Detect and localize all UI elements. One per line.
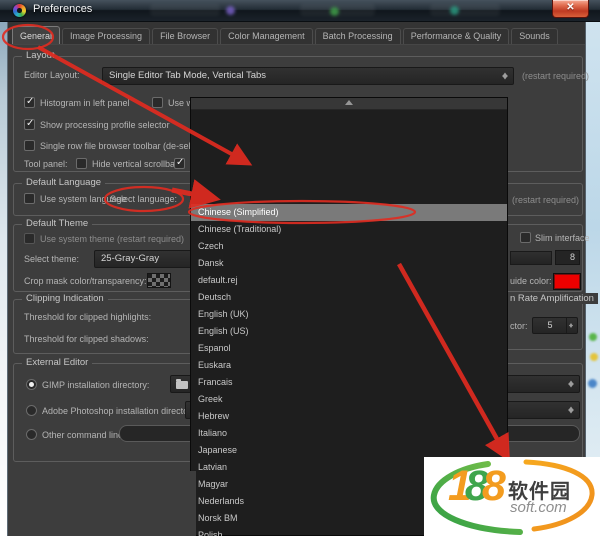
photoshop-directory-label: Adobe Photoshop installation directory: bbox=[42, 406, 198, 416]
gimp-directory-label: GIMP installation directory: bbox=[42, 380, 149, 390]
editor-layout-value: Single Editor Tab Mode, Vertical Tabs bbox=[109, 70, 266, 81]
single-row-toolbar-label: Single row file browser toolbar (de-sele… bbox=[40, 141, 213, 151]
watermark-domain: soft.com bbox=[510, 499, 567, 516]
radio-other-command[interactable] bbox=[26, 429, 37, 440]
tab-image-processing[interactable]: Image Processing bbox=[62, 28, 150, 44]
group-external-title: External Editor bbox=[22, 357, 92, 368]
radio-photoshop[interactable] bbox=[26, 405, 37, 416]
language-option-selected[interactable]: Chinese (Simplified) bbox=[191, 204, 507, 221]
tab-color-management[interactable]: Color Management bbox=[220, 28, 313, 44]
language-option[interactable]: default.rej bbox=[191, 272, 507, 289]
language-option[interactable]: Deutsch bbox=[191, 289, 507, 306]
checkbox-histogram-left-panel[interactable] bbox=[24, 97, 35, 108]
desktop-background-left bbox=[0, 0, 7, 536]
checkbox-use-fragment[interactable] bbox=[174, 158, 185, 169]
language-option[interactable]: Francais bbox=[191, 374, 507, 391]
dropdown-scroll-up[interactable] bbox=[191, 98, 507, 110]
tab-performance-quality[interactable]: Performance & Quality bbox=[403, 28, 510, 44]
color-wheel-app-icon bbox=[13, 4, 26, 17]
close-icon: ✕ bbox=[566, 2, 574, 13]
factor-spinbox[interactable]: 5 bbox=[532, 317, 578, 334]
checkbox-system-language[interactable] bbox=[24, 193, 35, 204]
group-clipping-title: Clipping Indication bbox=[22, 293, 108, 304]
factor-value: 5 bbox=[533, 320, 567, 330]
checkbox-profile-selector[interactable] bbox=[24, 119, 35, 130]
checkbox-single-row-toolbar[interactable] bbox=[24, 140, 35, 151]
checkbox-slim-interface[interactable] bbox=[520, 232, 531, 243]
group-language-title: Default Language bbox=[22, 177, 105, 188]
gray-overlay-patch bbox=[8, 471, 196, 536]
window-titlebar: Preferences ✕ bbox=[0, 0, 600, 22]
language-option[interactable]: Czech bbox=[191, 238, 507, 255]
crop-mask-label: Crop mask color/transparency: bbox=[24, 276, 147, 286]
close-button[interactable]: ✕ bbox=[552, 0, 589, 18]
language-option[interactable]: Espanol bbox=[191, 340, 507, 357]
font-size-value[interactable]: 8 bbox=[555, 250, 580, 265]
language-option[interactable]: Italiano bbox=[191, 425, 507, 442]
tab-sounds[interactable]: Sounds bbox=[511, 28, 558, 44]
spin-buttons-icon[interactable] bbox=[566, 318, 577, 333]
checkbox-use-working-profile[interactable] bbox=[152, 97, 163, 108]
group-theme-title: Default Theme bbox=[22, 218, 92, 229]
select-theme-label: Select theme: bbox=[24, 254, 79, 264]
language-option[interactable]: English (UK) bbox=[191, 306, 507, 323]
watermark-number: 188 bbox=[448, 465, 499, 508]
restart-required-note-2: (restart required) bbox=[512, 195, 579, 205]
language-option[interactable]: Greek bbox=[191, 391, 507, 408]
select-language-label: Select language: bbox=[110, 194, 177, 204]
editor-layout-select[interactable]: Single Editor Tab Mode, Vertical Tabs bbox=[102, 67, 514, 85]
desktop-blob-green bbox=[589, 333, 597, 341]
histogram-left-panel-label: Histogram in left panel bbox=[40, 98, 130, 108]
tab-batch-processing[interactable]: Batch Processing bbox=[315, 28, 401, 44]
checkbox-hide-scrollbar[interactable] bbox=[76, 158, 87, 169]
tool-panel-label: Tool panel: bbox=[24, 159, 68, 169]
factor-label-fragment: ctor: bbox=[510, 321, 528, 331]
hide-scrollbar-label: Hide vertical scrollbar bbox=[92, 159, 178, 169]
language-option[interactable]: Euskara bbox=[191, 357, 507, 374]
guide-color-label-fragment: uide color: bbox=[510, 276, 552, 286]
chevron-updown-icon bbox=[501, 70, 510, 83]
desktop-blob-blue bbox=[588, 379, 597, 388]
watermark-box: 188 软件园 soft.com bbox=[424, 457, 600, 536]
chevron-updown-icon bbox=[567, 378, 576, 391]
tab-general[interactable]: General bbox=[12, 26, 60, 44]
restart-required-note: (restart required) bbox=[522, 71, 589, 81]
folder-icon bbox=[176, 381, 188, 389]
checkbox-system-theme[interactable] bbox=[24, 233, 35, 244]
tab-file-browser[interactable]: File Browser bbox=[152, 28, 218, 44]
select-theme-value: 25-Gray-Gray bbox=[101, 253, 159, 264]
language-option[interactable]: Hebrew bbox=[191, 408, 507, 425]
desktop-blob-yellow bbox=[590, 353, 598, 361]
clipped-shadows-label: Threshold for clipped shadows: bbox=[24, 334, 149, 344]
chevron-updown-icon bbox=[567, 404, 576, 417]
group-layout-title: Layout bbox=[22, 50, 59, 61]
editor-layout-label: Editor Layout: bbox=[24, 70, 80, 80]
language-option[interactable]: Dansk bbox=[191, 255, 507, 272]
radio-gimp[interactable] bbox=[26, 379, 37, 390]
screenshot-canvas: Preferences ✕ General Image Processing F… bbox=[0, 0, 600, 536]
system-theme-label: Use system theme (restart required) bbox=[40, 234, 184, 244]
font-slider-fragment[interactable] bbox=[510, 251, 552, 265]
crop-mask-swatch[interactable] bbox=[147, 273, 171, 288]
other-command-label: Other command line: bbox=[42, 430, 126, 440]
language-option[interactable]: Chinese (Traditional) bbox=[191, 221, 507, 238]
profile-selector-label: Show processing profile selector bbox=[40, 120, 170, 130]
tab-bar: General Image Processing File Browser Co… bbox=[8, 21, 585, 45]
pan-rate-title-fragment: n Rate Amplification bbox=[506, 293, 598, 304]
window-title: Preferences bbox=[33, 3, 92, 15]
clipped-highlights-label: Threshold for clipped highlights: bbox=[24, 312, 151, 322]
guide-color-swatch[interactable] bbox=[553, 273, 581, 290]
chevron-up-icon bbox=[345, 100, 353, 105]
language-option[interactable]: English (US) bbox=[191, 323, 507, 340]
slim-interface-label: Slim interface bbox=[535, 233, 590, 243]
